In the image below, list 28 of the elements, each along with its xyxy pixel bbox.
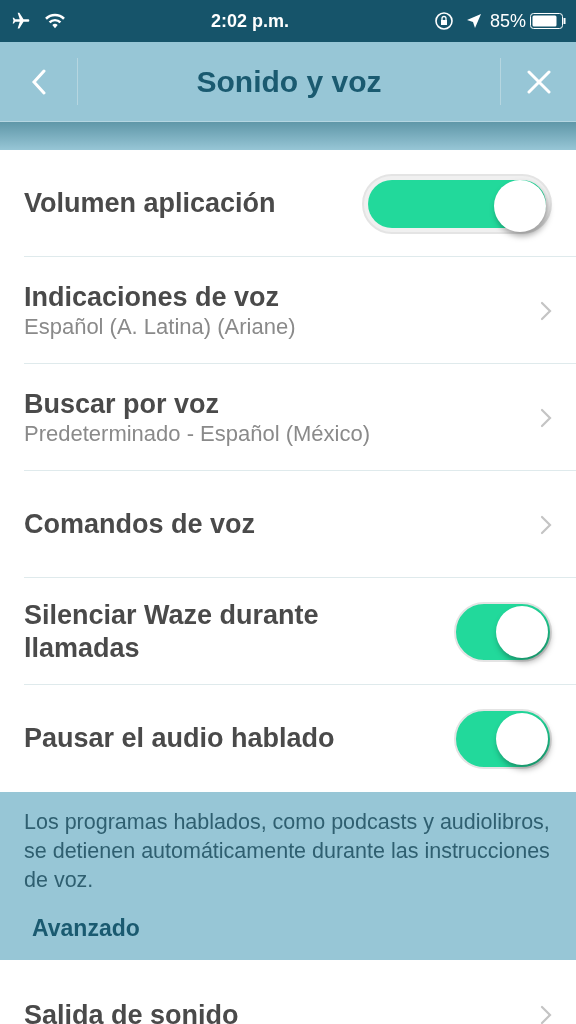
- footnote-text: Los programas hablados, como podcasts y audiolibros, se detienen automáticamente durante las instrucciones de voz.: [24, 809, 551, 894]
- setting-title: Indicaciones de voz: [24, 281, 281, 314]
- location-arrow-icon: [465, 13, 482, 29]
- rotation-lock-icon: [433, 11, 454, 31]
- chevron-right-icon: [540, 300, 552, 321]
- battery-icon: [530, 13, 566, 29]
- toggle-switch[interactable]: [454, 601, 552, 662]
- battery-percent: 85%: [489, 9, 526, 33]
- back-icon: [30, 68, 47, 95]
- setting-title: Salida de sonido: [24, 998, 240, 1024]
- setting-subtitle: Español (A. Latina) (Ariane): [24, 314, 297, 340]
- section-heading: Avanzado: [32, 914, 141, 943]
- volume-slider[interactable]: [362, 173, 552, 234]
- setting-title: Silenciar Waze durante llamadas: [24, 598, 320, 665]
- chevron-right-icon: [540, 514, 552, 535]
- setting-title: Pausar el audio hablado: [24, 722, 336, 755]
- setting-title: Buscar por voz: [24, 388, 221, 421]
- setting-title: Volumen aplicación: [24, 187, 277, 220]
- wifi-icon: [44, 12, 66, 30]
- setting-title: Comandos de voz: [24, 508, 257, 541]
- chevron-right-icon: [540, 1005, 552, 1024]
- airplane-icon: [10, 11, 32, 31]
- toggle-switch[interactable]: [454, 708, 552, 769]
- chevron-right-icon: [540, 407, 552, 428]
- close-icon: [526, 69, 551, 94]
- header-title: Sonido y voz: [195, 64, 383, 100]
- setting-subtitle: Predeterminado - Español (México): [24, 421, 372, 447]
- status-time: 2:02 p.m.: [209, 9, 290, 33]
